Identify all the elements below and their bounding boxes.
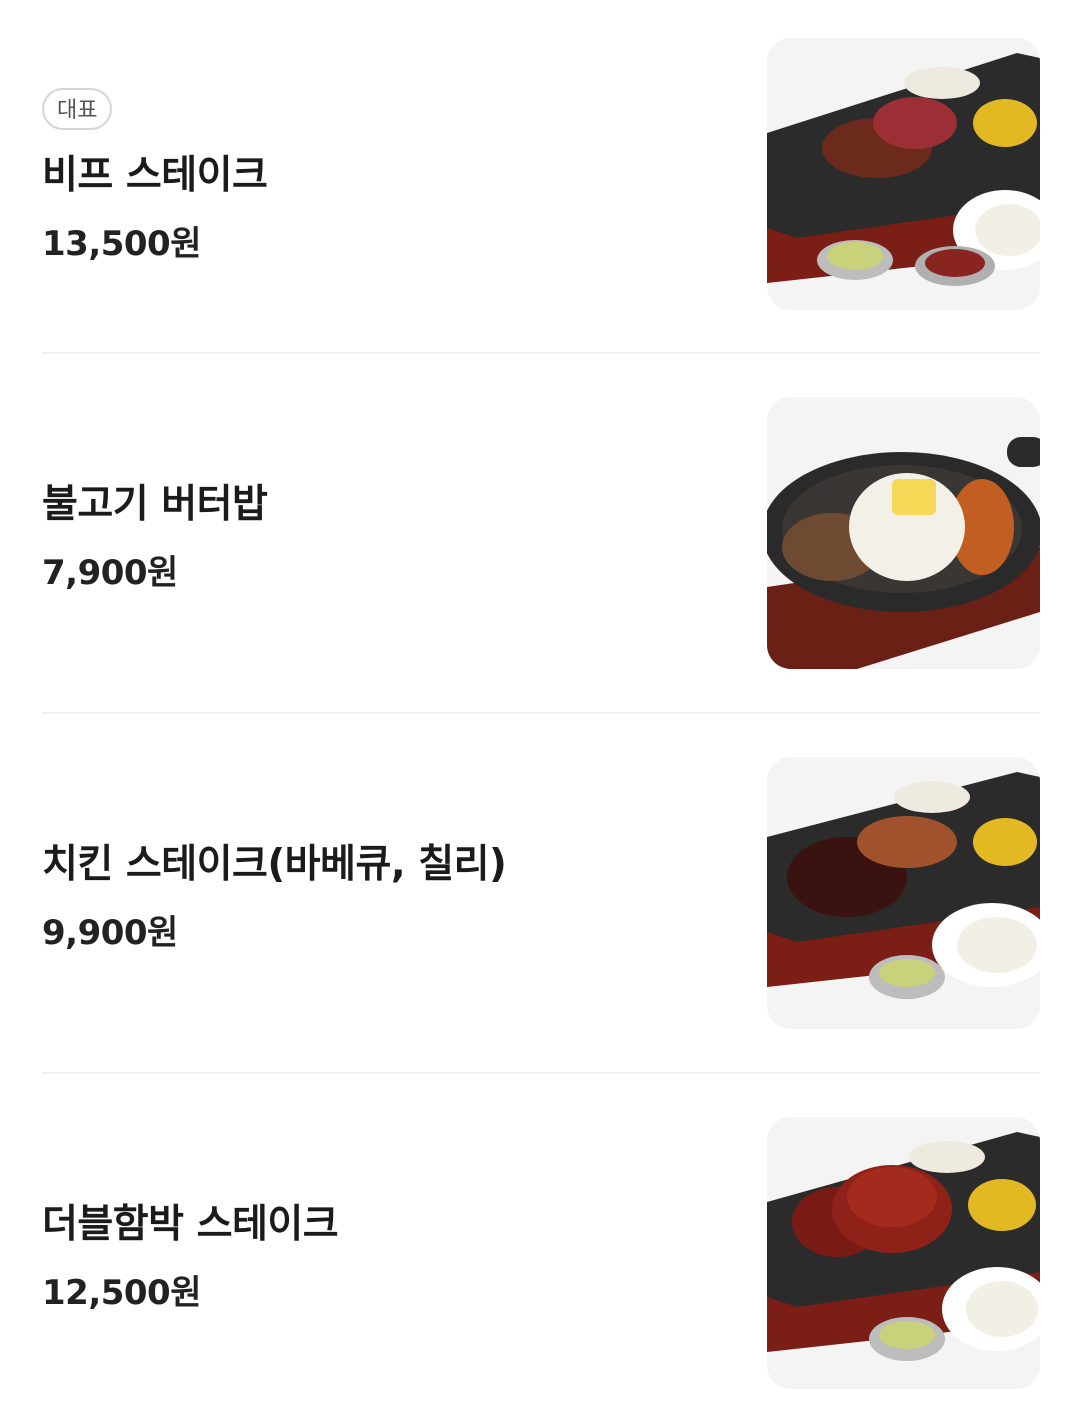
menu-item-info: 대표 비프 스테이크 13,500원 (42, 38, 722, 310)
divider (42, 352, 1040, 354)
menu-item-name: 치킨 스테이크(바베큐, 칠리) (42, 842, 507, 887)
menu-item-double-hamburg-steak[interactable]: 더블함박 스테이크 12,500원 (42, 1117, 1040, 1389)
menu-item-name: 더블함박 스테이크 (42, 1202, 339, 1247)
menu-item-name: 불고기 버터밥 (42, 482, 268, 527)
menu-item-price: 12,500원 (42, 1273, 201, 1313)
divider (42, 712, 1040, 714)
signature-badge: 대표 (42, 88, 113, 130)
menu-item-price: 9,900원 (42, 913, 178, 953)
double-hamburg-steak-image[interactable] (767, 1117, 1040, 1389)
divider (42, 1072, 1040, 1074)
menu-item-info: 치킨 스테이크(바베큐, 칠리) 9,900원 (42, 757, 722, 1029)
menu-item-bulgogi-butter-rice[interactable]: 불고기 버터밥 7,900원 (42, 397, 1040, 669)
menu-item-chicken-steak[interactable]: 치킨 스테이크(바베큐, 칠리) 9,900원 (42, 757, 1040, 1029)
menu-item-name: 비프 스테이크 (42, 153, 268, 198)
menu-item-beef-steak[interactable]: 대표 비프 스테이크 13,500원 (42, 38, 1040, 310)
menu-item-info: 더블함박 스테이크 12,500원 (42, 1117, 722, 1389)
bulgogi-butter-rice-image[interactable] (767, 397, 1040, 669)
menu-item-info: 불고기 버터밥 7,900원 (42, 397, 722, 669)
chicken-steak-image[interactable] (767, 757, 1040, 1029)
beef-steak-image[interactable] (767, 38, 1040, 310)
menu-item-price: 13,500원 (42, 224, 201, 264)
menu-item-price: 7,900원 (42, 553, 178, 593)
